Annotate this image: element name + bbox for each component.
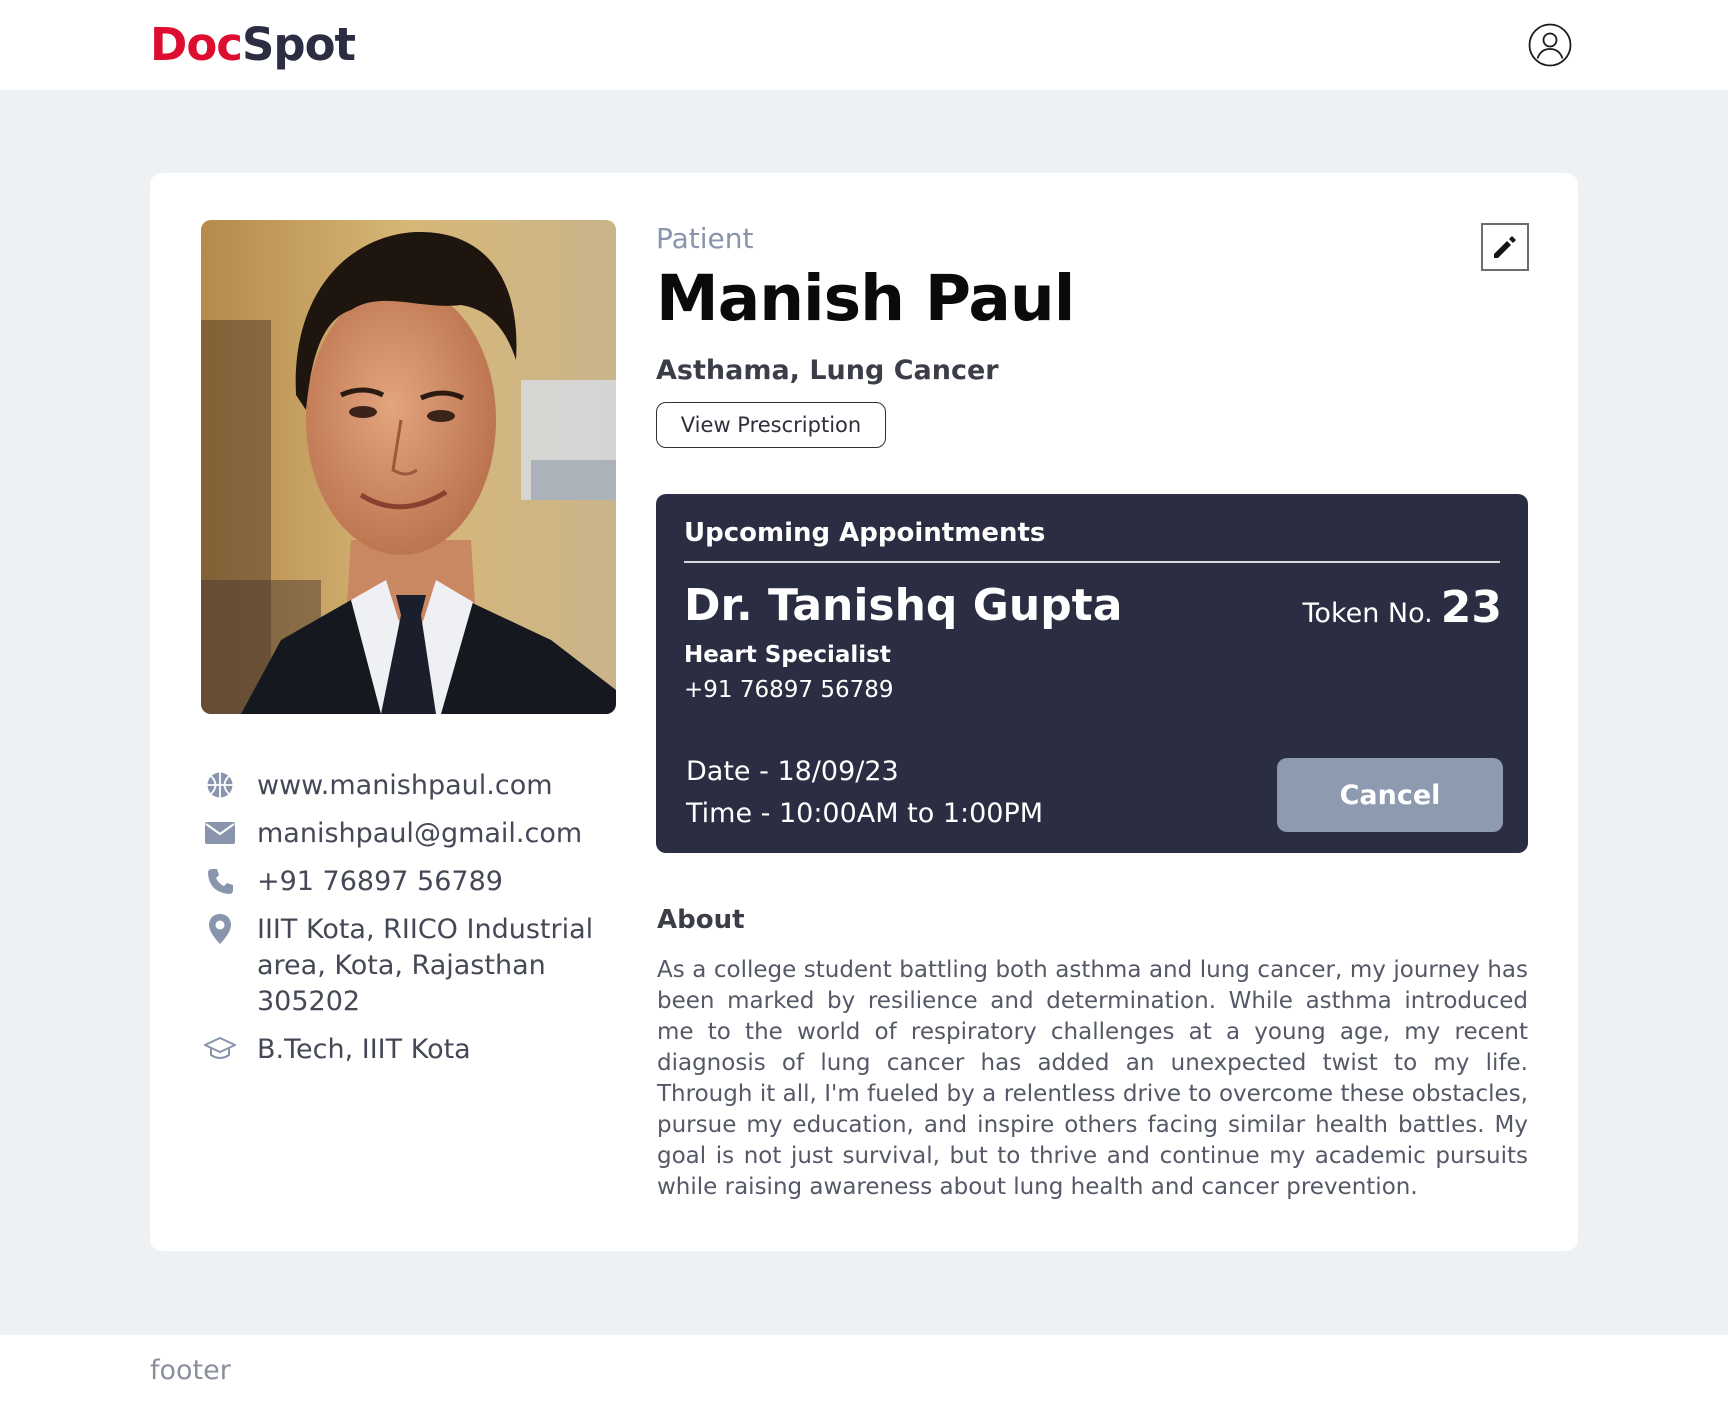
upcoming-appointments-panel: Upcoming Appointments Dr. Tanishq Gupta … [656, 494, 1528, 853]
mail-icon [203, 816, 237, 850]
footer-text: footer [150, 1355, 231, 1386]
role-label: Patient [656, 222, 754, 255]
token-label: Token No. [1302, 598, 1433, 629]
appointment-time: Time - 10:00AM to 1:00PM [686, 798, 1044, 829]
appointments-divider [684, 561, 1500, 563]
phone-text: +91 76897 56789 [257, 866, 503, 897]
website-text: www.manishpaul.com [257, 770, 553, 801]
patient-conditions: Asthama, Lung Cancer [656, 355, 999, 386]
contact-address: IIIT Kota, RIICO Industrial area, Kota, … [203, 912, 623, 1020]
email-text: manishpaul@gmail.com [257, 818, 583, 849]
docspot-logo[interactable]: DocSpot [150, 18, 356, 72]
graduation-cap-icon [203, 1032, 237, 1066]
patient-name: Manish Paul [656, 262, 1075, 335]
user-circle-icon [1528, 23, 1572, 67]
about-paragraph: As a college student battling both asthm… [657, 957, 1528, 1200]
patient-photo [201, 220, 616, 714]
contact-education: B.Tech, IIIT Kota [203, 1032, 623, 1068]
appointments-heading: Upcoming Appointments [684, 518, 1046, 548]
contact-email[interactable]: manishpaul@gmail.com [203, 816, 623, 852]
edit-profile-button[interactable] [1481, 223, 1529, 271]
doctor-name: Dr. Tanishq Gupta [684, 580, 1123, 631]
logo-part-doc: Doc [150, 18, 243, 71]
logo-part-spot: Spot [241, 18, 356, 71]
token-value: 23 [1440, 582, 1502, 633]
contact-phone[interactable]: +91 76897 56789 [203, 864, 623, 900]
contact-website[interactable]: www.manishpaul.com [203, 768, 623, 804]
top-navbar: DocSpot [0, 0, 1728, 90]
view-prescription-button[interactable]: View Prescription [656, 402, 886, 448]
globe-icon [203, 768, 237, 802]
doctor-phone: +91 76897 56789 [684, 677, 894, 703]
token-number-display: Token No. 23 [1303, 582, 1502, 633]
location-icon [203, 912, 237, 946]
address-text: IIIT Kota, RIICO Industrial area, Kota, … [257, 914, 594, 1017]
about-heading: About [657, 905, 745, 935]
contact-info-list: www.manishpaul.com manishpaul@gmail.com … [203, 768, 623, 1080]
pencil-icon [1494, 236, 1516, 258]
education-text: B.Tech, IIIT Kota [257, 1034, 471, 1065]
appointment-date: Date - 18/09/23 [686, 756, 899, 787]
phone-icon [203, 864, 237, 898]
page-footer: footer [0, 1335, 1728, 1407]
doctor-specialty: Heart Specialist [684, 642, 891, 668]
cancel-appointment-button[interactable]: Cancel [1277, 758, 1503, 832]
user-profile-button[interactable] [1528, 23, 1572, 67]
